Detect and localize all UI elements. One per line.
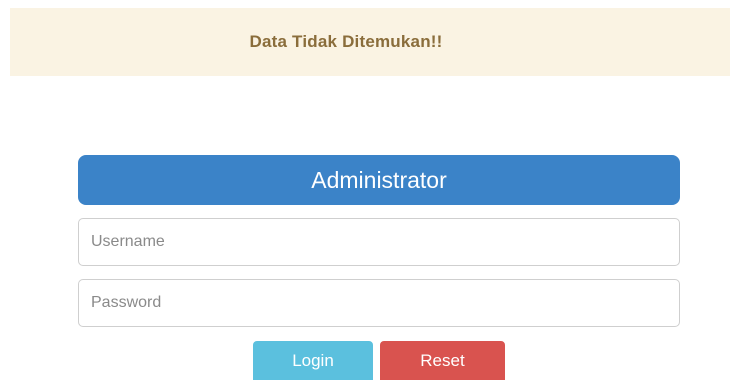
login-button[interactable]: Login — [253, 341, 373, 380]
alert-warning: Data Tidak Ditemukan!! — [10, 8, 730, 76]
login-panel-header: Administrator — [78, 155, 680, 205]
reset-button[interactable]: Reset — [380, 341, 505, 380]
username-input[interactable] — [78, 218, 680, 266]
alert-message: Data Tidak Ditemukan!! — [249, 32, 443, 51]
password-input[interactable] — [78, 279, 680, 327]
login-panel-title: Administrator — [311, 166, 447, 193]
